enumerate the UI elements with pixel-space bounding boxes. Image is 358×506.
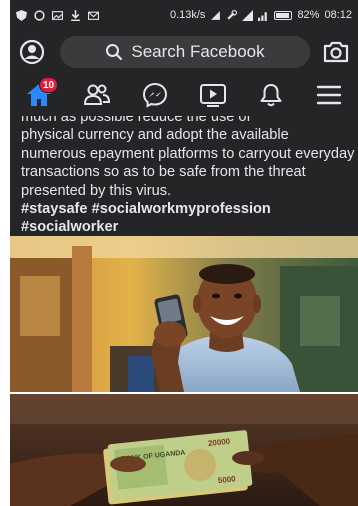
status-system-icons: 0.13k/s 82% 08:12 (170, 9, 352, 21)
battery-icon (274, 10, 293, 20)
menu-icon (317, 85, 341, 105)
status-notification-icons (16, 9, 99, 21)
post-photo-man-with-phone[interactable] (10, 236, 358, 392)
network-speed: 0.13k/s (169, 9, 206, 21)
signal-icon-1 (242, 9, 254, 21)
post-photo-money-exchange[interactable]: BANK OF UGANDA 20000 5000 (10, 394, 358, 506)
wrench-icon (227, 9, 238, 20)
post-card: much as possible reduce the use of physi… (10, 116, 358, 236)
clock: 08:12 (324, 9, 352, 21)
post-body: physical currency and adopt the availabl… (21, 127, 355, 199)
whatsapp-status-icon (34, 9, 45, 21)
mail-status-icon (88, 11, 99, 20)
post-text: much as possible reduce the use of physi… (21, 116, 357, 236)
battery-percent: 82% (297, 9, 320, 21)
phone-screen: 0.13k/s 82% 08:12 Search Facebook 10 muc… (10, 0, 358, 506)
post-hashtags[interactable]: #staysafe #socialworkmyprofession #socia… (21, 200, 357, 236)
watch-icon (200, 84, 226, 107)
notification-count-badge: 10 (39, 77, 59, 93)
nav-messenger[interactable] (135, 75, 175, 115)
profile-icon (19, 39, 45, 65)
friends-icon (83, 84, 111, 105)
shield-status-icon (16, 9, 27, 21)
nav-notifications[interactable] (251, 75, 291, 115)
messenger-icon (142, 82, 168, 108)
search-placeholder: Search Facebook (131, 42, 265, 61)
status-bar: 0.13k/s 82% 08:12 (10, 0, 358, 30)
search-icon (106, 44, 123, 61)
search-bar[interactable]: Search Facebook (60, 36, 310, 68)
download-status-icon (71, 9, 80, 21)
banknote-value-2: 5000 (217, 474, 236, 485)
nav-friends[interactable] (77, 75, 117, 115)
camera-button[interactable] (322, 38, 350, 66)
gallery-status-icon (52, 10, 63, 20)
nav-watch[interactable] (193, 75, 233, 115)
camera-icon (323, 41, 349, 63)
nav-home[interactable]: 10 (19, 75, 59, 115)
signal-icon-2 (258, 11, 268, 21)
nav-menu[interactable] (309, 75, 349, 115)
data-saver-icon (211, 10, 221, 20)
profile-avatar-button[interactable] (18, 38, 46, 66)
main-nav: 10 (10, 74, 358, 116)
post-text-cut-line: much as possible reduce the use of (21, 116, 251, 125)
app-header: Search Facebook (10, 30, 358, 74)
photo-man-with-phone-image (10, 236, 358, 392)
photo-money-exchange-image: BANK OF UGANDA 20000 5000 (10, 394, 358, 506)
notifications-icon (260, 84, 282, 107)
